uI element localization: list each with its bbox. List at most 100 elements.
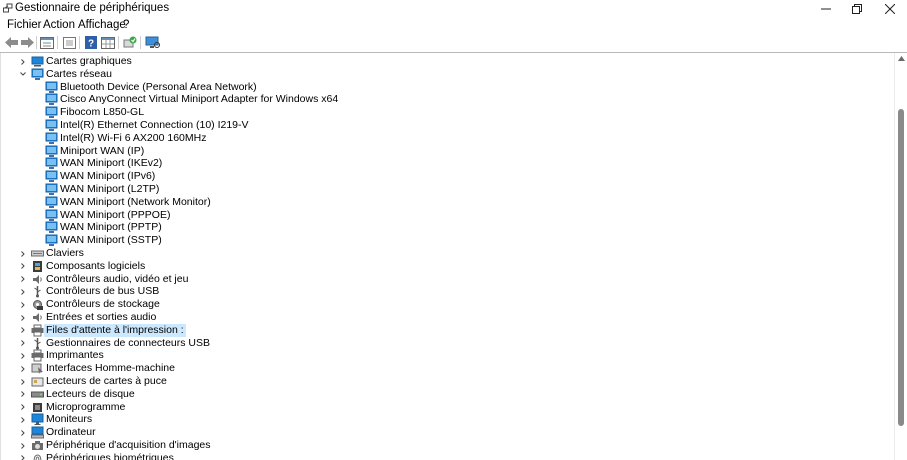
chevron-right-icon[interactable] xyxy=(18,247,28,260)
scrollbar-thumb[interactable] xyxy=(898,109,904,426)
tree-item-label: WAN Miniport (IPv6) xyxy=(60,170,156,183)
tree-item-label: Ordinateur xyxy=(46,426,96,439)
smart-card-icon xyxy=(31,375,44,388)
tree-category-cartes-graphiques[interactable]: Cartes graphiques xyxy=(1,55,881,68)
tree-item-label: WAN Miniport (L2TP) xyxy=(60,183,160,195)
tree-category-interfaces-homme-machine[interactable]: Interfaces Homme-machine xyxy=(1,362,881,375)
tree-category-imprimantes[interactable]: Imprimantes xyxy=(1,349,881,362)
chevron-right-icon[interactable] xyxy=(18,273,28,286)
back-icon xyxy=(4,37,18,48)
tree-item-label: WAN Miniport (IKEv2) xyxy=(60,157,163,170)
network-device-icon xyxy=(45,209,58,222)
grid-button[interactable] xyxy=(61,35,77,50)
chevron-right-icon[interactable] xyxy=(18,337,28,350)
back-button[interactable] xyxy=(3,35,19,50)
minimize-icon xyxy=(821,8,831,9)
tree-category-controleurs-de-stockage[interactable]: Contrôleurs de stockage xyxy=(1,298,881,311)
tree-category-microprogramme[interactable]: Microprogramme xyxy=(1,401,881,414)
close-button[interactable] xyxy=(873,0,907,17)
tree-device-intel-r-wi-fi-6-ax200-160mhz[interactable]: Intel(R) Wi-Fi 6 AX200 160MHz xyxy=(1,132,881,145)
scroll-up-arrow-icon[interactable] xyxy=(897,55,906,63)
menu-fichier[interactable]: Fichier xyxy=(7,19,42,31)
tree-category-controleurs-audio-video-et-jeu[interactable]: Contrôleurs audio, vidéo et jeu xyxy=(1,273,881,286)
tree-category-moniteurs[interactable]: Moniteurs xyxy=(1,413,881,426)
network-device-icon xyxy=(45,81,58,94)
tree-item-label: WAN Miniport (SSTP) xyxy=(60,234,162,247)
tree-device-wan-miniport-sstp[interactable]: WAN Miniport (SSTP) xyxy=(1,234,881,247)
tree-category-files-d-attente-a-l-impression[interactable]: Files d'attente à l'impression : xyxy=(1,323,881,337)
help-button[interactable]: ? xyxy=(83,35,99,50)
chevron-right-icon[interactable] xyxy=(18,362,28,375)
tree-device-bluetooth-device-personal-area-network[interactable]: Bluetooth Device (Personal Area Network) xyxy=(1,81,881,94)
chevron-right-icon[interactable] xyxy=(18,413,28,426)
menu-affichage[interactable]: Affichage xyxy=(78,19,126,31)
restore-icon xyxy=(852,3,862,14)
monitor-scan-icon xyxy=(145,36,160,48)
tree-item-label: Cisco AnyConnect Virtual Miniport Adapte… xyxy=(60,93,339,106)
properties-button[interactable] xyxy=(39,35,55,50)
menu-bar: Fichier Action Affichage ? xyxy=(0,18,907,33)
tree-device-wan-miniport-ipv6[interactable]: WAN Miniport (IPv6) xyxy=(1,170,881,183)
network-device-icon xyxy=(45,106,58,119)
tree-category-entrees-et-sorties-audio[interactable]: Entrées et sorties audio xyxy=(1,311,881,324)
tree-device-fibocom-l850-gl[interactable]: Fibocom L850-GL xyxy=(1,106,881,119)
chevron-right-icon[interactable] xyxy=(18,349,28,362)
chevron-right-icon[interactable] xyxy=(18,375,28,388)
tree-device-wan-miniport-l2tp[interactable]: WAN Miniport (L2TP) xyxy=(1,183,881,196)
network-adapter-icon xyxy=(31,68,44,81)
device-manager-icon xyxy=(3,3,13,13)
chevron-right-icon[interactable] xyxy=(18,298,28,311)
restore-button[interactable] xyxy=(840,0,874,17)
chevron-right-icon[interactable] xyxy=(18,426,28,439)
menu-action[interactable]: Action xyxy=(43,19,75,31)
tree-category-lecteurs-de-disque[interactable]: Lecteurs de disque xyxy=(1,388,881,401)
chevron-right-icon[interactable] xyxy=(18,285,28,298)
chevron-right-icon[interactable] xyxy=(18,439,28,452)
grid-icon xyxy=(62,36,76,49)
update-driver-icon xyxy=(123,36,137,48)
tree-category-composants-logiciels[interactable]: Composants logiciels xyxy=(1,260,881,273)
tree-category-claviers[interactable]: Claviers xyxy=(1,247,881,260)
tree-device-cisco-anyconnect-virtual-miniport-adapter-for-windows-x64[interactable]: Cisco AnyConnect Virtual Miniport Adapte… xyxy=(1,93,881,106)
tree-item-label: Périphérique d'acquisition d'images xyxy=(46,439,211,451)
scan-hardware-button[interactable] xyxy=(144,35,160,50)
keyboard-icon xyxy=(31,247,44,260)
network-device-icon xyxy=(45,183,58,196)
tree-category-peripherique-d-acquisition-d-images[interactable]: Périphérique d'acquisition d'images xyxy=(1,439,881,452)
properties-icon xyxy=(40,36,54,49)
tree-item-label: Cartes réseau xyxy=(46,67,112,80)
details-button[interactable] xyxy=(100,35,116,50)
chevron-right-icon[interactable] xyxy=(18,311,28,324)
storage-controller-icon xyxy=(31,298,44,311)
minimize-button[interactable] xyxy=(809,0,843,17)
tree-category-gestionnaires-de-connecteurs-usb[interactable]: Gestionnaires de connecteurs USB xyxy=(1,337,881,350)
tree-device-wan-miniport-pptp[interactable]: WAN Miniport (PPTP) xyxy=(1,221,881,234)
tree-category-lecteurs-de-cartes-a-puce[interactable]: Lecteurs de cartes à puce xyxy=(1,375,881,388)
tree-category-cartes-reseau[interactable]: Cartes réseau xyxy=(1,68,881,81)
tree-device-wan-miniport-network-monitor[interactable]: WAN Miniport (Network Monitor) xyxy=(1,196,881,209)
tree-device-miniport-wan-ip[interactable]: Miniport WAN (IP) xyxy=(1,145,881,158)
chevron-right-icon[interactable] xyxy=(18,452,28,460)
network-device-icon xyxy=(45,145,58,158)
tree-item-label: Imprimantes xyxy=(46,349,104,362)
tree-category-ordinateur[interactable]: Ordinateur xyxy=(1,426,881,439)
tree-device-wan-miniport-pppoe[interactable]: WAN Miniport (PPPOE) xyxy=(1,209,881,222)
update-driver-button[interactable] xyxy=(122,35,138,50)
vertical-scrollbar[interactable] xyxy=(894,53,907,460)
forward-button[interactable] xyxy=(19,35,35,50)
window-title: Gestionnaire de périphériques xyxy=(15,2,170,14)
menu-help[interactable]: ? xyxy=(123,19,129,31)
tree-category-peripheriques-biometriques[interactable]: Périphériques biométriques xyxy=(1,452,881,460)
tree-item-label: Intel(R) Wi-Fi 6 AX200 160MHz xyxy=(60,131,207,144)
chevron-down-icon[interactable] xyxy=(18,68,28,81)
tree-device-intel-r-ethernet-connection-10-i219-v[interactable]: Intel(R) Ethernet Connection (10) I219-V xyxy=(1,119,881,132)
chevron-right-icon[interactable] xyxy=(18,324,28,337)
tree-item-label: Contrôleurs de bus USB xyxy=(46,285,160,298)
svg-text:?: ? xyxy=(88,39,94,50)
chevron-right-icon[interactable] xyxy=(18,55,28,68)
tree-category-controleurs-de-bus-usb[interactable]: Contrôleurs de bus USB xyxy=(1,285,881,298)
tree-device-wan-miniport-ikev2[interactable]: WAN Miniport (IKEv2) xyxy=(1,157,881,170)
chevron-right-icon[interactable] xyxy=(18,401,28,414)
chevron-right-icon[interactable] xyxy=(18,388,28,401)
chevron-right-icon[interactable] xyxy=(18,260,28,273)
